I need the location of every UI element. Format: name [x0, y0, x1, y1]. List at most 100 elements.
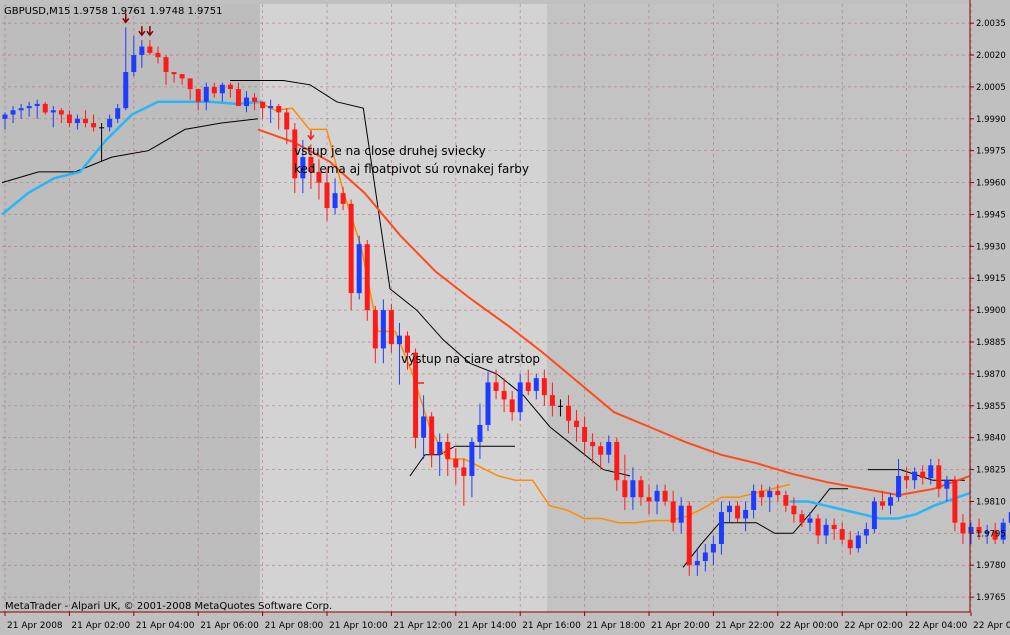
candle-body — [582, 427, 588, 442]
candle-body — [50, 110, 56, 113]
y-tick-label: 1.9975 — [976, 147, 1006, 157]
y-tick-label: 1.9990 — [976, 115, 1006, 125]
candle-body — [179, 74, 185, 79]
price-chart[interactable]: 2.0035 2.0020 2.0005 1.9990 1.9975 1.9960 1.99… — [0, 0, 1010, 631]
chart-quotes: 1.9758 1.9761 1.9748 1.9751 — [73, 6, 223, 17]
x-tick-label: 22 Apr 06:00 — [973, 621, 1010, 631]
annotation-entry-line2: ked ema aj floatpivot sú rovnakej farby — [294, 162, 529, 176]
candle-body — [718, 512, 724, 544]
x-tick-label: 21 Apr 06:00 — [200, 621, 259, 631]
x-tick-label: 21 Apr 02:00 — [71, 621, 130, 631]
candle-body — [525, 382, 531, 391]
x-tick-label: 21 Apr 20:00 — [651, 621, 710, 631]
x-tick-label: 22 Apr 00:00 — [780, 621, 839, 631]
y-tick-label: 1.9855 — [976, 402, 1006, 412]
candle-body — [855, 535, 861, 549]
candle-body — [936, 465, 942, 489]
candle-body — [163, 57, 169, 73]
candle-body — [501, 390, 507, 400]
y-tick-label: 1.9780 — [976, 561, 1006, 571]
candle-body — [364, 244, 370, 311]
candle-body — [646, 497, 652, 502]
y-tick-label: 1.9810 — [976, 497, 1006, 507]
candle-body — [735, 505, 741, 519]
candle-body — [928, 465, 934, 479]
candle-body — [831, 524, 837, 530]
candle-body — [606, 441, 612, 455]
candle-body — [807, 518, 813, 523]
candle-body — [590, 441, 596, 447]
x-tick-label: 21 Apr 10:00 — [329, 621, 388, 631]
candle-body — [107, 118, 113, 128]
y-tick-label: 1.9915 — [976, 274, 1006, 284]
candle-body — [678, 505, 684, 523]
candle-body — [155, 52, 161, 58]
candle-body — [533, 378, 539, 391]
candle-body — [702, 552, 708, 561]
candle-body — [783, 495, 789, 506]
candle-body — [912, 471, 918, 481]
candle-body — [863, 529, 869, 536]
candle-body — [252, 97, 258, 102]
candle-body — [268, 106, 274, 109]
x-tick-label: 22 Apr 02:00 — [844, 621, 903, 631]
candle-body — [654, 490, 660, 502]
candle-body — [405, 335, 410, 353]
y-tick-label: 1.9825 — [976, 466, 1006, 476]
candle-body — [727, 505, 732, 513]
candle-body — [509, 399, 515, 413]
y-tick-label: 1.9900 — [976, 306, 1006, 316]
candle-body — [131, 55, 137, 73]
y-tick-label: 1.9960 — [976, 179, 1006, 189]
candle-body — [332, 193, 338, 209]
candle-body — [791, 505, 797, 515]
candle-body — [598, 446, 604, 455]
candle-body — [429, 416, 435, 455]
candle-body — [348, 203, 354, 294]
y-tick-label: 1.9945 — [976, 210, 1006, 220]
candle-body — [799, 514, 805, 523]
x-tick-label: 21 Apr 12:00 — [393, 621, 452, 631]
candle-body — [276, 106, 282, 113]
candle-body — [91, 123, 97, 128]
candle-body — [485, 382, 491, 425]
chart-canvas: 2.0035 2.0020 2.0005 1.9990 1.9975 1.9960 1.99… — [0, 0, 1010, 631]
candle-body — [171, 72, 177, 75]
candle-body — [920, 471, 926, 479]
candle-body — [574, 420, 580, 428]
annotation-entry-line1: vstup je na close druhej sviecky — [294, 144, 486, 158]
candle-body — [388, 310, 394, 345]
candle-body — [630, 480, 636, 498]
candle-body — [421, 416, 427, 438]
candle-body — [147, 46, 153, 53]
candle-body — [203, 86, 209, 102]
footer-copyright: MetaTrader - Alpari UK, © 2001-2008 Meta… — [5, 601, 332, 612]
candle-body — [235, 89, 241, 107]
candle-body — [18, 108, 24, 111]
candle-body — [944, 480, 950, 489]
annotation-exit: výstup na ciare atrstop — [401, 352, 540, 366]
candle-body — [244, 97, 249, 107]
candle-body — [99, 127, 105, 129]
candle-body — [26, 106, 32, 109]
candle-body — [83, 118, 88, 124]
candle-body — [751, 490, 757, 510]
y-tick-label: 1.9795 — [976, 529, 1006, 539]
candle-body — [260, 101, 266, 109]
candle-body — [622, 480, 628, 498]
candle-body — [2, 114, 8, 119]
candle-body — [123, 72, 129, 109]
session-band-1 — [2, 4, 260, 612]
candle-body — [493, 382, 499, 391]
candle-body — [952, 480, 958, 523]
candle-body — [775, 490, 781, 496]
candle-body — [896, 475, 902, 498]
candle-body — [115, 108, 121, 119]
y-tick-label: 1.9870 — [976, 370, 1006, 380]
candle-body — [767, 490, 773, 498]
candle-body — [694, 560, 700, 566]
x-tick-label: 21 Apr 18:00 — [587, 621, 646, 631]
x-tick-label: 21 Apr 04:00 — [136, 621, 195, 631]
candle-body — [557, 405, 563, 407]
candle-body — [58, 110, 64, 115]
